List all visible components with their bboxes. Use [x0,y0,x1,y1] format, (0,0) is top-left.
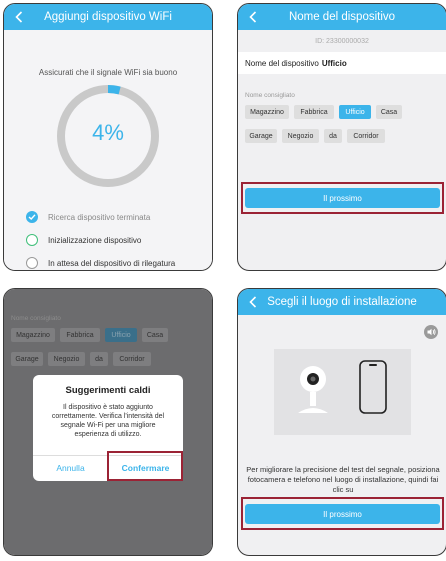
chip-negozio: Negozio [48,352,85,366]
back-chevron-icon[interactable] [246,8,260,26]
wifi-signal-message: Assicurati che il signale WiFi sia buono [38,68,178,77]
dialog-message: Il dispositivo è stato aggiunto corretta… [51,404,165,438]
chip-magazzino[interactable]: Magazzino [245,105,289,119]
header-bar: Scegli il luogo di installazione [238,289,446,315]
circle-icon [26,234,38,246]
progress-percent: 4% [92,120,124,145]
highlight-frame [241,182,444,214]
header-bar: Aggiungi dispositivo WiFi [4,4,212,30]
device-name-field[interactable]: Nome del dispositivo Ufficio [238,52,446,74]
chip-fabbrica[interactable]: Fabbrica [294,105,334,119]
installation-info: Per migliorare la precisione del test de… [246,465,440,494]
screen-success-dialog: Nome consigliato Magazzino Fabbrica Uffi… [3,288,213,556]
suggested-names-label: Nome consigliato [11,315,61,322]
back-chevron-icon[interactable] [12,8,26,26]
highlight-frame [241,497,444,530]
step-search-complete: Ricerca dispositivo terminata [26,210,150,224]
step-initialization: Inizializzazione dispositivo [26,233,141,247]
check-icon [26,211,38,223]
dialog-title: Suggerimenti caldi [65,385,151,396]
cancel-button[interactable]: Annulla [33,455,108,481]
chip-da[interactable]: da [324,129,342,143]
page-title: Nome del dispositivo [288,11,396,23]
speaker-icon[interactable] [424,325,438,339]
screen-installation-location: Scegli il luogo di installazione Per mig… [237,288,446,556]
chip-corridor[interactable]: Corridor [347,129,385,143]
camera-icon [298,366,328,413]
suggested-names-label: Nome consigliato [245,92,295,99]
step-label: Ricerca dispositivo terminata [48,212,151,222]
chip-garage[interactable]: Garage [245,129,277,143]
highlight-frame [107,451,183,481]
chip-casa: Casa [142,328,168,342]
phone-icon [359,360,387,414]
page-title: Aggiungi dispositivo WiFi [44,11,172,23]
device-id: ID: 23300000032 [315,38,369,45]
device-name-label: Nome del dispositivo [245,58,319,68]
step-waiting-binding: In attesa del dispositivo di rilegatura [26,256,175,270]
page-title: Scegli il luogo di installazione [267,296,417,308]
screen-add-wifi-device: Aggiungi dispositivo WiFi Assicurati che… [3,3,213,271]
chip-ufficio: Ufficio [105,328,137,342]
chip-corridor: Corridor [113,352,151,366]
chip-negozio[interactable]: Negozio [282,129,319,143]
chip-ufficio[interactable]: Ufficio [339,105,371,119]
back-chevron-icon[interactable] [246,293,260,311]
screen-device-name: Nome del dispositivo ID: 23300000032 Nom… [237,3,446,271]
chip-casa[interactable]: Casa [376,105,402,119]
circle-icon [26,257,38,269]
chip-magazzino: Magazzino [11,328,55,342]
chip-da: da [90,352,108,366]
chip-garage: Garage [11,352,43,366]
step-label: Inizializzazione dispositivo [48,235,142,245]
step-label: In attesa del dispositivo di rilegatura [48,258,176,268]
header-bar: Nome del dispositivo [238,4,446,30]
device-name-value: Ufficio [321,58,347,68]
installation-illustration [274,349,411,435]
chip-fabbrica: Fabbrica [60,328,100,342]
